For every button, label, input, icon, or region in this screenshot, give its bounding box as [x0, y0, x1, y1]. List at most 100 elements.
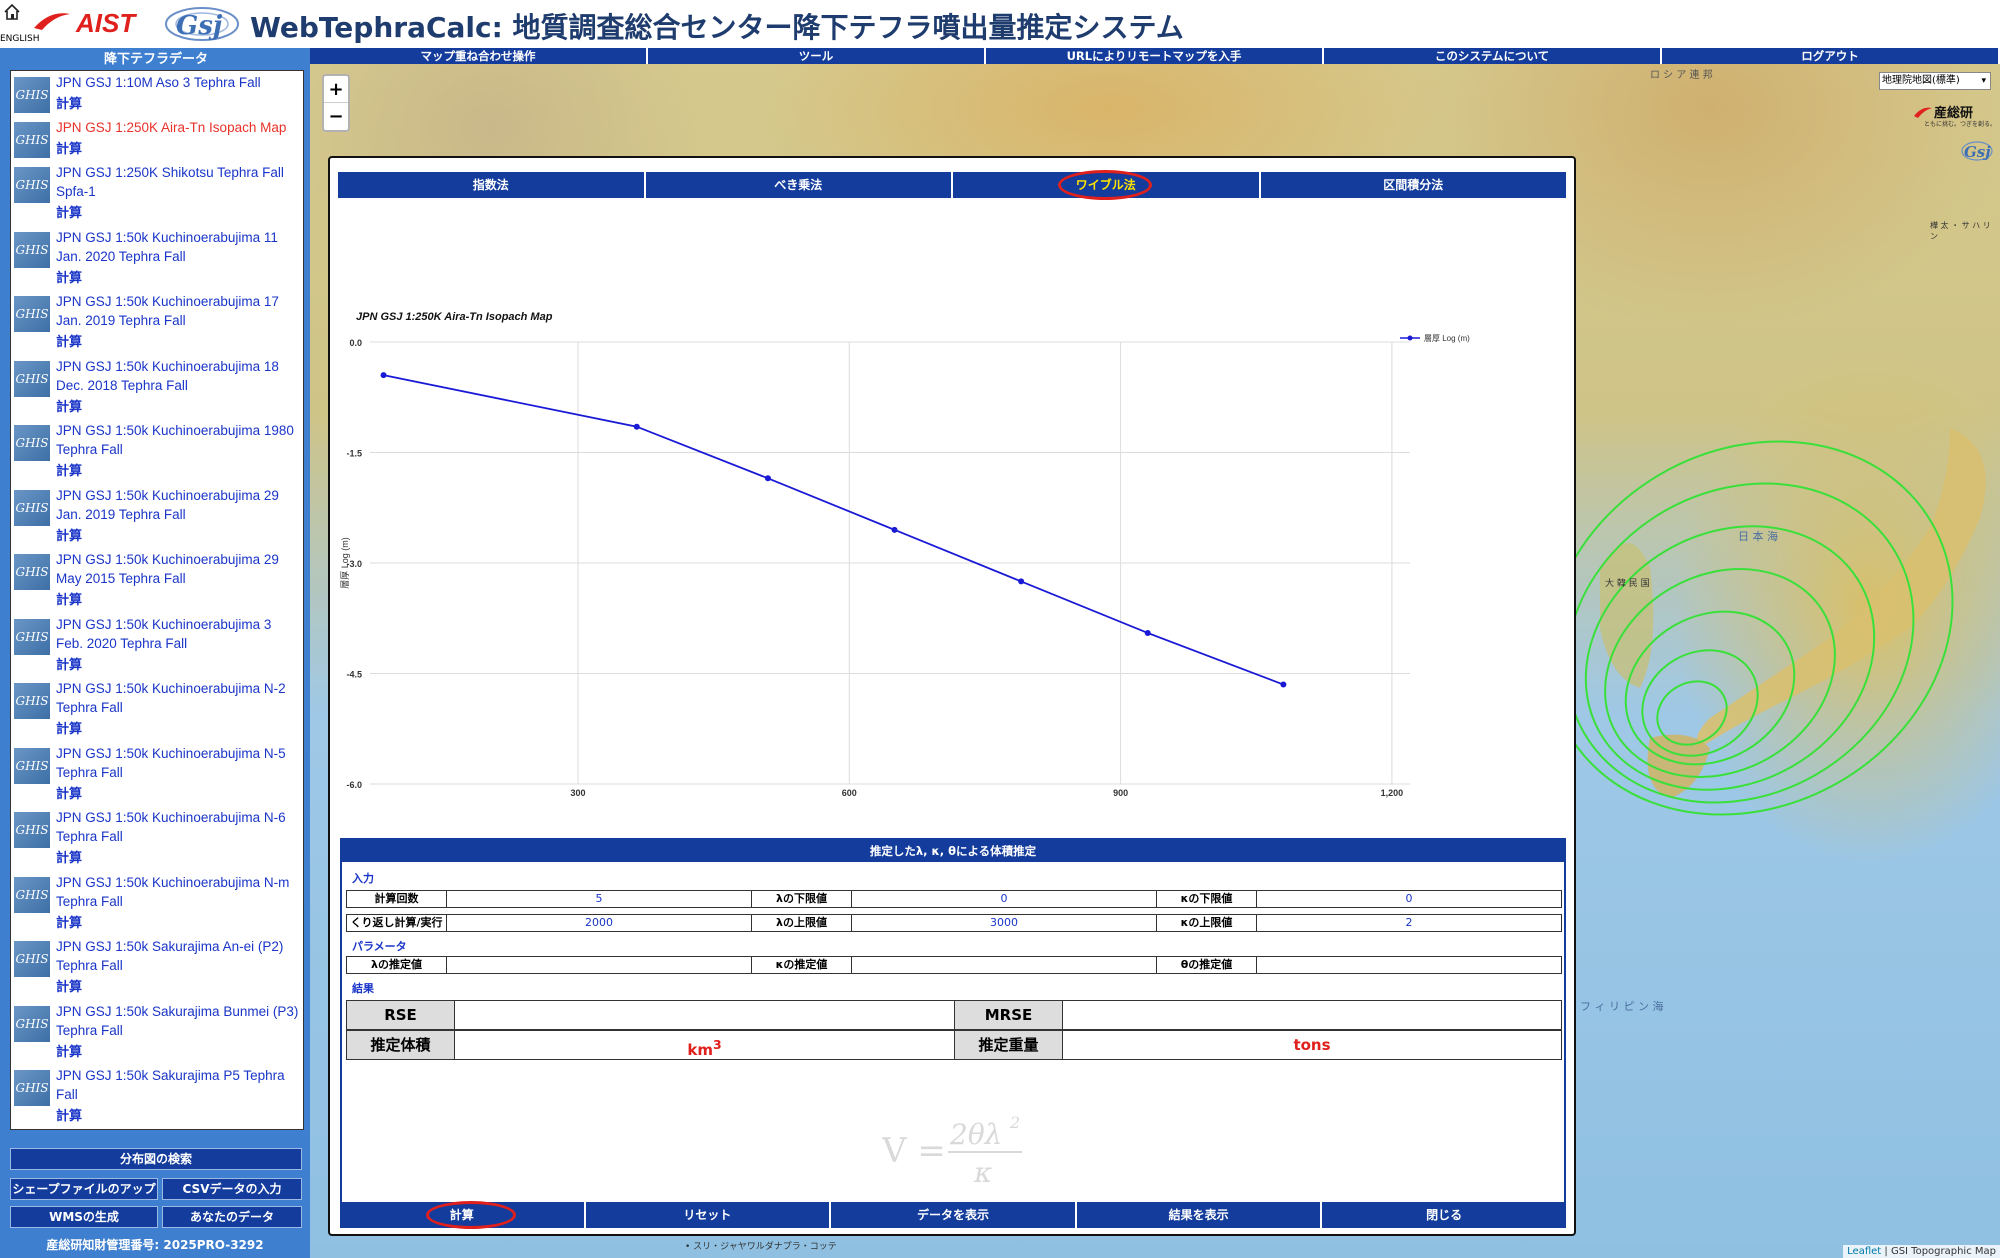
dataset-item[interactable]: GHIS JPN GSJ 1:50k Sakurajima An-ei (P2) …	[11, 935, 303, 1000]
mrse-value	[1063, 1001, 1561, 1029]
dataset-name-link[interactable]: JPN GSJ 1:50k Kuchinoerabujima 18 Dec. 2…	[56, 357, 301, 395]
dataset-calc-link[interactable]: 計算	[56, 202, 82, 221]
lambda-max-label: λの上限値	[752, 915, 852, 931]
dataset-name-link[interactable]: JPN GSJ 1:50k Kuchinoerabujima N-6 Tephr…	[56, 808, 301, 846]
dataset-item[interactable]: GHIS JPN GSJ 1:50k Kuchinoerabujima 1980 …	[11, 419, 303, 484]
your-data-button[interactable]: あなたのデータ	[162, 1206, 302, 1228]
dataset-calc-link[interactable]: 計算	[56, 460, 82, 479]
map-label: 大 韓 民 国	[1605, 579, 1650, 589]
dataset-calc-link[interactable]: 計算	[56, 93, 82, 112]
dataset-name-link[interactable]: JPN GSJ 1:50k Kuchinoerabujima 3 Feb. 20…	[56, 615, 301, 653]
dataset-item[interactable]: GHIS JPN GSJ 1:250K Shikotsu Tephra Fall …	[11, 161, 303, 226]
dataset-name-link[interactable]: JPN GSJ 1:250K Shikotsu Tephra Fall Spfa…	[56, 163, 301, 201]
dataset-item[interactable]: GHIS JPN GSJ 1:50k Kuchinoerabujima N-5 T…	[11, 742, 303, 807]
basemap-select[interactable]: 地理院地図(標準) ▾	[1879, 72, 1991, 90]
menu-map-overlay[interactable]: マップ重ね合わせ操作	[310, 48, 648, 64]
dataset-name-link[interactable]: JPN GSJ 1:250K Aira-Tn Isopach Map	[56, 118, 301, 137]
weight-value: tons	[1293, 1036, 1331, 1054]
dataset-name-link[interactable]: JPN GSJ 1:50k Kuchinoerabujima 11 Jan. 2…	[56, 228, 301, 266]
dataset-item[interactable]: GHIS JPN GSJ 1:50k Sakurajima P5 Tephra F…	[11, 1064, 303, 1129]
dataset-item[interactable]: GHIS JPN GSJ 1:50k Kuchinoerabujima 29 Ma…	[11, 548, 303, 613]
dataset-calc-link[interactable]: 計算	[56, 331, 82, 350]
x-tick-label: 900	[1113, 788, 1128, 798]
calculate-button[interactable]: 計算	[340, 1201, 586, 1229]
dataset-name-link[interactable]: JPN GSJ 1:50k Sakurajima P5 Tephra Fall	[56, 1066, 301, 1104]
kappa-min-input[interactable]: 0	[1257, 891, 1561, 907]
dataset-calc-link[interactable]: 計算	[56, 1041, 82, 1060]
iterations-label: くり返し計算/実行	[347, 915, 447, 931]
search-maps-button[interactable]: 分布図の検索	[10, 1148, 302, 1170]
dataset-name-link[interactable]: JPN GSJ 1:50k Kuchinoerabujima 1980 Teph…	[56, 421, 301, 459]
dataset-name-link[interactable]: JPN GSJ 1:50k Kuchinoerabujima 29 May 20…	[56, 550, 301, 588]
dataset-name-link[interactable]: JPN GSJ 1:50k Kuchinoerabujima N-5 Tephr…	[56, 744, 301, 782]
ghis-icon: GHIS	[14, 360, 50, 397]
dataset-list[interactable]: GHIS JPN GSJ 1:10M Aso 3 Tephra Fall 計算 GHI…	[10, 70, 304, 1130]
dataset-item[interactable]: GHIS JPN GSJ 1:50k Kuchinoerabujima 3 Feb…	[11, 613, 303, 678]
iterations-input[interactable]: 2000	[447, 915, 752, 931]
zoom-out-button[interactable]: −	[324, 103, 348, 130]
dataset-item[interactable]: GHIS JPN GSJ 1:50k Kuchinoerabujima N-6 T…	[11, 806, 303, 871]
show-data-button[interactable]: データを表示	[831, 1202, 1077, 1228]
dataset-item[interactable]: GHIS JPN GSJ 1:50k Kuchinoerabujima 17 Ja…	[11, 290, 303, 355]
wms-generate-button[interactable]: WMSの生成	[10, 1206, 158, 1228]
close-button[interactable]: 閉じる	[1322, 1202, 1566, 1228]
dataset-item[interactable]: GHIS JPN GSJ 1:50k Sakurajima Bunmei (P3)…	[11, 1000, 303, 1065]
theta-estimate-value	[1257, 957, 1561, 973]
dataset-calc-link[interactable]: 計算	[56, 589, 82, 608]
shapefile-upload-button[interactable]: シェープファイルのアップ	[10, 1178, 158, 1200]
dataset-calc-link[interactable]: 計算	[56, 654, 82, 673]
dataset-name-link[interactable]: JPN GSJ 1:50k Kuchinoerabujima N-m Tephr…	[56, 873, 301, 911]
theta-estimate-label: θの推定値	[1157, 957, 1257, 973]
lambda-max-input[interactable]: 3000	[852, 915, 1157, 931]
menu-remote-map[interactable]: URLによりリモートマップを入手	[986, 48, 1324, 64]
dataset-item[interactable]: GHIS JPN GSJ 1:10M Aso 3 Tephra Fall 計算	[11, 71, 303, 116]
tab-exponential[interactable]: 指数法	[338, 172, 646, 198]
x-tick-label: 600	[842, 788, 857, 798]
dataset-calc-link[interactable]: 計算	[56, 396, 82, 415]
y-tick-label: -1.5	[346, 449, 362, 459]
dataset-item[interactable]: GHIS JPN GSJ 1:50k Kuchinoerabujima 11 Ja…	[11, 226, 303, 291]
lambda-min-input[interactable]: 0	[852, 891, 1157, 907]
menu-about[interactable]: このシステムについて	[1324, 48, 1662, 64]
kappa-max-input[interactable]: 2	[1257, 915, 1561, 931]
dataset-calc-link[interactable]: 計算	[56, 783, 82, 802]
home-icon[interactable]	[3, 3, 21, 21]
lambda-estimate-value	[447, 957, 752, 973]
dataset-name-link[interactable]: JPN GSJ 1:50k Sakurajima Bunmei (P3) Tep…	[56, 1002, 301, 1040]
menu-logout[interactable]: ログアウト	[1662, 48, 2000, 64]
tab-segment-integration[interactable]: 区間積分法	[1260, 172, 1566, 198]
dataset-calc-link[interactable]: 計算	[56, 718, 82, 737]
leaflet-link[interactable]: Leaflet	[1847, 1246, 1881, 1257]
highlight-ring	[1058, 170, 1152, 200]
dataset-item[interactable]: GHIS JPN GSJ 1:50k Kuchinoerabujima N-m T…	[11, 871, 303, 936]
svg-text:ともに挑む。つぎを創る。: ともに挑む。つぎを創る。	[1924, 120, 1996, 128]
chart-title: JPN GSJ 1:250K Aira-Tn Isopach Map	[356, 311, 553, 323]
dataset-calc-link[interactable]: 計算	[56, 525, 82, 544]
dataset-item[interactable]: GHIS JPN GSJ 1:50k Kuchinoerabujima 29 Ja…	[11, 484, 303, 549]
dataset-calc-link[interactable]: 計算	[56, 267, 82, 286]
dataset-item[interactable]: GHIS JPN GSJ 1:250K Aira-Tn Isopach Map 計算	[11, 116, 303, 161]
dataset-name-link[interactable]: JPN GSJ 1:50k Kuchinoerabujima 29 Jan. 2…	[56, 486, 301, 524]
weight-label: 推定重量	[955, 1031, 1063, 1059]
tab-weibull[interactable]: ワイブル法	[953, 170, 1261, 200]
calc-count-input[interactable]: 5	[447, 891, 752, 907]
show-results-button[interactable]: 結果を表示	[1076, 1202, 1323, 1228]
dataset-name-link[interactable]: JPN GSJ 1:50k Kuchinoerabujima N-2 Tephr…	[56, 679, 301, 717]
reset-button[interactable]: リセット	[585, 1202, 832, 1228]
dataset-calc-link[interactable]: 計算	[56, 138, 82, 157]
dataset-name-link[interactable]: JPN GSJ 1:50k Kuchinoerabujima 17 Jan. 2…	[56, 292, 301, 330]
menu-tools[interactable]: ツール	[648, 48, 986, 64]
dataset-name-link[interactable]: JPN GSJ 1:50k Sakurajima An-ei (P2) Teph…	[56, 937, 301, 975]
dataset-item[interactable]: GHIS JPN GSJ 1:50k Kuchinoerabujima 18 De…	[11, 355, 303, 420]
dataset-name-link[interactable]: JPN GSJ 1:10M Aso 3 Tephra Fall	[56, 73, 301, 92]
input-row-2: くり返し計算/実行 2000 λの上限値 3000 κの上限値 2	[346, 914, 1562, 932]
dataset-calc-link[interactable]: 計算	[56, 1105, 82, 1124]
dataset-item[interactable]: GHIS JPN GSJ 1:50k Kuchinoerabujima N-2 T…	[11, 677, 303, 742]
tab-power-law[interactable]: べき乗法	[645, 172, 953, 198]
dataset-calc-link[interactable]: 計算	[56, 847, 82, 866]
zoom-in-button[interactable]: +	[324, 76, 348, 103]
csv-input-button[interactable]: CSVデータの入力	[162, 1178, 302, 1200]
volume-value: km3	[455, 1031, 955, 1059]
dataset-calc-link[interactable]: 計算	[56, 976, 82, 995]
dataset-calc-link[interactable]: 計算	[56, 912, 82, 931]
